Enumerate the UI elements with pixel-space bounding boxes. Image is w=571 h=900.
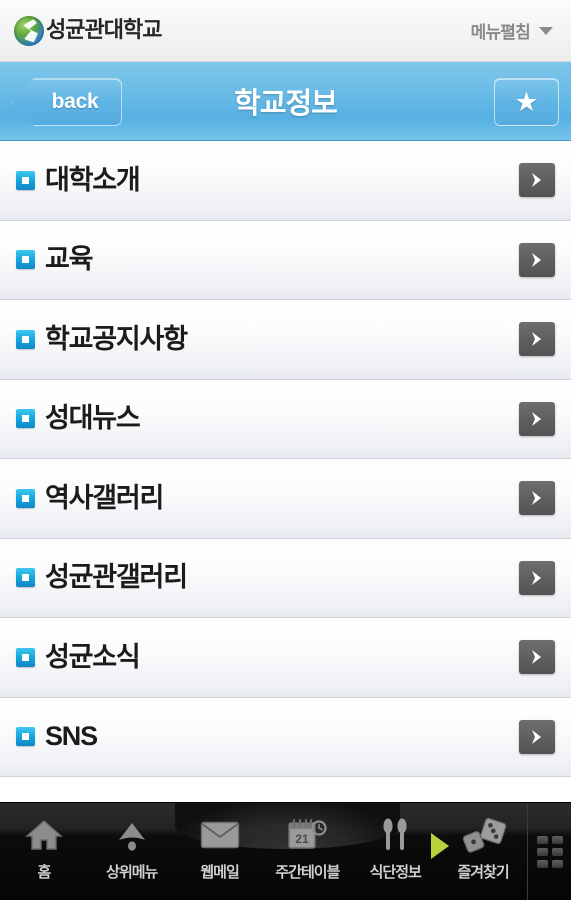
tab-weekly-table-label: 주간테이블	[275, 864, 340, 881]
back-button[interactable]: back	[12, 78, 122, 126]
square-bullet-icon	[16, 647, 35, 667]
chevron-right-icon[interactable]	[519, 401, 555, 436]
square-bullet-icon	[16, 250, 35, 270]
square-bullet-icon	[16, 488, 35, 508]
brand-name: 성균관대학교	[46, 16, 162, 42]
list-item-label: 성균관갤러리	[45, 562, 188, 593]
page-titlebar: back 학교정보 ★	[0, 62, 571, 141]
brand-logo-group[interactable]: 성균관대학교	[14, 15, 162, 46]
menu-list: 대학소개 교육 학교공지사항 성대뉴스 역사갤러리 성균관갤러리 성균소식 SN…	[0, 141, 571, 780]
list-item[interactable]: 대학소개	[0, 141, 571, 221]
chevron-down-icon	[539, 26, 553, 35]
utensils-icon	[379, 813, 411, 857]
tab-favorites-label: 즐겨찾기	[457, 864, 509, 881]
tab-weekly-table[interactable]: 21 주간테이블	[263, 803, 351, 900]
square-bullet-icon	[16, 727, 35, 747]
brand-header: 성균관대학교 메뉴펼침	[0, 0, 571, 62]
tab-favorites[interactable]: 즐겨찾기	[439, 803, 527, 900]
square-bullet-icon	[16, 329, 35, 349]
chevron-right-icon[interactable]	[519, 640, 555, 675]
chevron-right-icon[interactable]	[519, 242, 555, 277]
list-item[interactable]: 성균관갤러리	[0, 538, 571, 618]
envelope-icon	[200, 813, 240, 857]
menu-expand-button[interactable]: 메뉴펼침	[471, 18, 553, 43]
tab-parent-menu[interactable]: 상위메뉴	[88, 803, 176, 900]
list-item[interactable]: 성대뉴스	[0, 379, 571, 459]
list-item-label: 교육	[45, 244, 93, 275]
tab-webmail[interactable]: 웹메일	[176, 803, 264, 900]
tab-webmail-label: 웹메일	[200, 864, 239, 881]
chevron-right-icon[interactable]	[519, 481, 555, 516]
tab-home[interactable]: 홈	[0, 803, 88, 900]
list-item-label: 역사갤러리	[45, 482, 164, 513]
tab-strip: 홈 상위메뉴 웹메일 21 주간테이블 식단정보 즐겨찾기	[0, 803, 527, 900]
menu-expand-label: 메뉴펼침	[470, 23, 531, 42]
app-grid-dots	[536, 836, 563, 868]
skku-globe-logo-icon	[14, 15, 44, 46]
up-arrow-icon	[114, 813, 150, 857]
chevron-right-icon[interactable]	[519, 560, 555, 595]
dice-icon	[459, 813, 507, 857]
chevron-right-icon[interactable]	[519, 322, 555, 357]
chevron-right-icon[interactable]	[519, 719, 555, 754]
chevron-right-icon[interactable]	[519, 163, 555, 198]
tab-cafeteria-info-label: 식단정보	[369, 864, 422, 881]
list-item-label: 대학소개	[45, 164, 141, 195]
list-item-label: 성균소식	[45, 641, 141, 672]
tab-parent-menu-label: 상위메뉴	[106, 864, 158, 881]
tab-home-label: 홈	[37, 864, 52, 881]
list-item-label: 성대뉴스	[45, 403, 141, 434]
favorite-button[interactable]: ★	[494, 78, 559, 126]
tab-cafeteria-info[interactable]: 식단정보	[351, 803, 450, 900]
list-item[interactable]: 교육	[0, 220, 571, 300]
square-bullet-icon	[16, 170, 35, 190]
list-item[interactable]: SNS	[0, 697, 571, 777]
bottom-navigation-bar: 홈 상위메뉴 웹메일 21 주간테이블 식단정보 즐겨찾기	[0, 802, 571, 900]
star-icon: ★	[514, 86, 539, 117]
list-item-label: SNS	[45, 721, 98, 752]
app-grid-icon[interactable]	[527, 803, 571, 900]
list-item-label: 학교공지사항	[45, 323, 188, 354]
calendar-clock-icon: 21	[286, 813, 328, 857]
list-item[interactable]: 성균소식	[0, 618, 571, 698]
calendar-day-number: 21	[296, 832, 310, 846]
list-item[interactable]: 역사갤러리	[0, 459, 571, 539]
mobile-app-screen: 성균관대학교 메뉴펼침 back 학교정보 ★ 대학소개 교육 학교공지사항 성…	[0, 0, 571, 900]
back-button-label: back	[51, 90, 99, 113]
home-icon	[25, 813, 63, 857]
list-item[interactable]: 학교공지사항	[0, 300, 571, 380]
square-bullet-icon	[16, 568, 35, 588]
square-bullet-icon	[16, 409, 35, 429]
